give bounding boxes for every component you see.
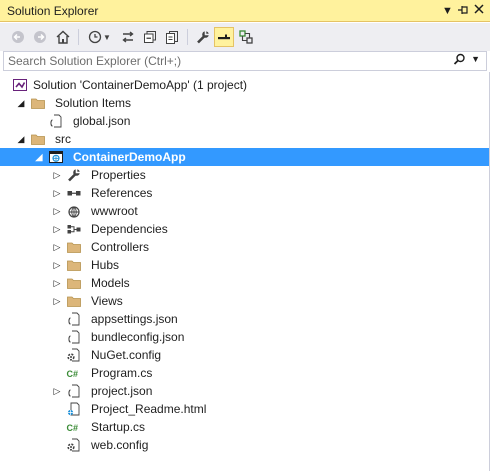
expanded-arrow-icon[interactable]: ◢ <box>16 132 26 146</box>
folder-icon <box>66 293 82 309</box>
tree-item[interactable]: appsettings.json <box>0 310 490 328</box>
close-icon[interactable] <box>474 4 484 18</box>
window-title: Solution Explorer <box>7 4 99 18</box>
copy-icon[interactable] <box>162 27 182 47</box>
tree-item-label: Views <box>91 294 123 308</box>
tree-item[interactable]: global.json <box>0 112 490 130</box>
expanded-arrow-icon[interactable]: ◢ <box>34 150 44 164</box>
collapsed-arrow-icon[interactable]: ▷ <box>52 240 62 254</box>
wrench-icon[interactable] <box>193 27 213 47</box>
tree-item[interactable]: ▷ Hubs <box>0 256 490 274</box>
tree-item[interactable]: ▷ Controllers <box>0 238 490 256</box>
toolbar: ▼ <box>0 23 490 51</box>
collapsed-arrow-icon[interactable]: ▷ <box>52 384 62 398</box>
tree-item-label: Dependencies <box>91 222 168 236</box>
tree-item[interactable]: ◢ ContainerDemoApp <box>0 148 490 166</box>
folder-icon <box>30 95 46 111</box>
dropdown-icon[interactable]: ▼ <box>442 4 453 18</box>
svg-text:C#: C# <box>67 423 79 433</box>
folder-icon <box>66 239 82 255</box>
tree-item[interactable]: C# Startup.cs <box>0 418 490 436</box>
tree-item[interactable]: ◢ Solution Items <box>0 94 490 112</box>
sync-icon[interactable] <box>118 27 138 47</box>
csharp-file-icon: C# <box>66 365 82 381</box>
references-icon <box>66 185 82 201</box>
folder-icon <box>66 257 82 273</box>
solution-icon <box>12 77 28 93</box>
tree-item-label: Project_Readme.html <box>91 402 207 416</box>
title-bar: Solution Explorer ▼ <box>0 0 490 22</box>
preview-icon[interactable] <box>214 27 234 47</box>
back-arrow-icon[interactable] <box>8 27 28 47</box>
toolbar-separator <box>187 29 188 45</box>
json-file-icon <box>66 383 82 399</box>
web-project-icon <box>48 149 64 165</box>
collapsed-arrow-icon[interactable]: ▷ <box>52 186 62 200</box>
tree-item[interactable]: ▷ wwwroot <box>0 202 490 220</box>
tree-item-label: project.json <box>91 384 153 398</box>
tree-item-label: Program.cs <box>91 366 153 380</box>
search-options-chevron-icon[interactable]: ▼ <box>471 54 480 64</box>
tree-item[interactable]: Solution 'ContainerDemoApp' (1 project) <box>0 76 490 94</box>
tree-item[interactable]: web.config <box>0 436 490 454</box>
tree-item-label: Models <box>91 276 130 290</box>
home-icon[interactable] <box>53 27 73 47</box>
tree-item-label: References <box>91 186 153 200</box>
json-file-icon <box>48 113 64 129</box>
wrench-icon <box>66 167 82 183</box>
tree-item-label: wwwroot <box>91 204 138 218</box>
search-input[interactable] <box>4 52 452 70</box>
config-file-icon <box>66 347 82 363</box>
forward-arrow-icon[interactable] <box>30 27 50 47</box>
collapsed-arrow-icon[interactable]: ▷ <box>52 168 62 182</box>
tree-item-label: Startup.cs <box>91 420 146 434</box>
tree-item-label: NuGet.config <box>91 348 162 362</box>
tree-item-label: Solution Items <box>55 96 132 110</box>
config-file-icon <box>66 437 82 453</box>
svg-text:C#: C# <box>67 369 79 379</box>
search-icon[interactable] <box>453 53 466 69</box>
tree-item[interactable]: bundleconfig.json <box>0 328 490 346</box>
tree-item[interactable]: ▷ Dependencies <box>0 220 490 238</box>
tree-item[interactable]: ▷ project.json <box>0 382 490 400</box>
folder-icon <box>66 275 82 291</box>
tree-item-label: bundleconfig.json <box>91 330 185 344</box>
json-file-icon <box>66 311 82 327</box>
tree-item-label: web.config <box>91 438 149 452</box>
class-diagram-icon[interactable] <box>236 27 256 47</box>
tree-item-label: Hubs <box>91 258 120 272</box>
tree-item-label: global.json <box>73 114 131 128</box>
tree-item[interactable]: C# Program.cs <box>0 364 490 382</box>
collapsed-arrow-icon[interactable]: ▷ <box>52 204 62 218</box>
tree-item[interactable]: NuGet.config <box>0 346 490 364</box>
tree-item-label: Properties <box>91 168 146 182</box>
collapsed-arrow-icon[interactable]: ▷ <box>52 294 62 308</box>
tree-item[interactable]: ▷ Models <box>0 274 490 292</box>
pin-icon[interactable] <box>457 4 469 20</box>
tree-item-label: src <box>55 132 71 146</box>
search-box[interactable]: ▼ <box>3 51 487 71</box>
tree-item[interactable]: ◢ src <box>0 130 490 148</box>
csharp-file-icon: C# <box>66 419 82 435</box>
html-file-icon <box>66 401 82 417</box>
toolbar-separator <box>78 29 79 45</box>
tree-item[interactable]: Project_Readme.html <box>0 400 490 418</box>
collapse-icon[interactable] <box>140 27 160 47</box>
chevron-down-icon[interactable]: ▼ <box>102 27 112 47</box>
folder-icon <box>30 131 46 147</box>
globe-icon <box>66 203 82 219</box>
tree-item-label: ContainerDemoApp <box>73 150 186 164</box>
tree-item-label: Solution 'ContainerDemoApp' (1 project) <box>33 78 248 92</box>
tree-item[interactable]: ▷ References <box>0 184 490 202</box>
collapsed-arrow-icon[interactable]: ▷ <box>52 258 62 272</box>
dependencies-icon <box>66 221 82 237</box>
tree-item-label: Controllers <box>91 240 150 254</box>
collapsed-arrow-icon[interactable]: ▷ <box>52 222 62 236</box>
json-file-icon <box>66 329 82 345</box>
collapsed-arrow-icon[interactable]: ▷ <box>52 276 62 290</box>
tree-item-label: appsettings.json <box>91 312 178 326</box>
tree-item[interactable]: ▷ Views <box>0 292 490 310</box>
expanded-arrow-icon[interactable]: ◢ <box>16 96 26 110</box>
tree-item[interactable]: ▷ Properties <box>0 166 490 184</box>
